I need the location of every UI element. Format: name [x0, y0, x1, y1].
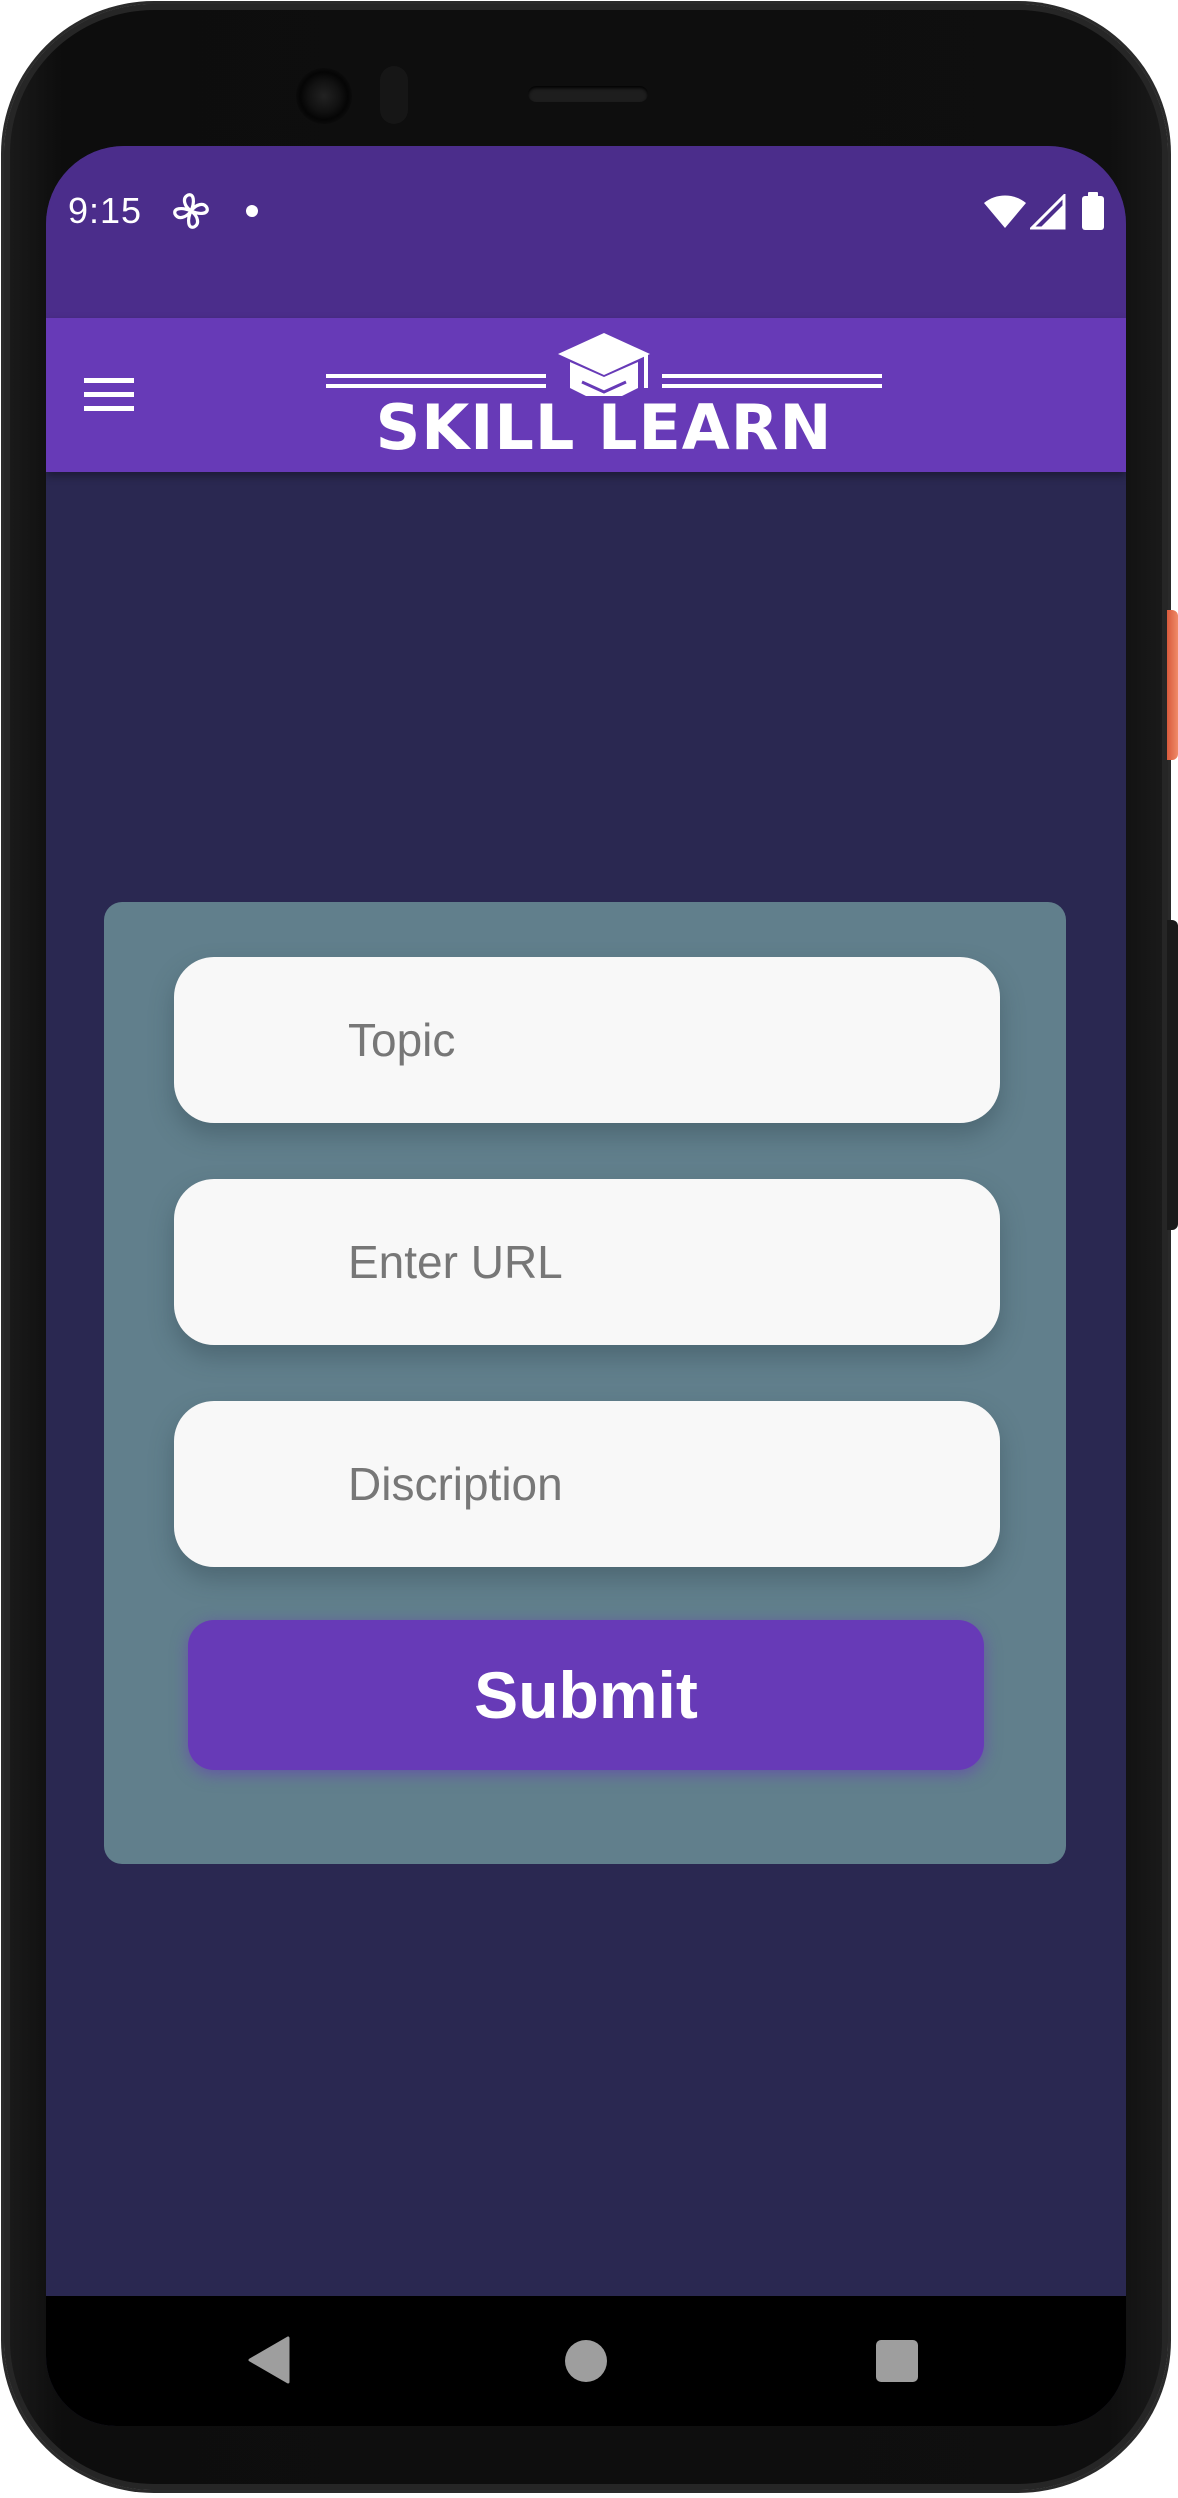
- volume-button: [1167, 920, 1178, 1230]
- form-card: Submit: [104, 902, 1066, 1864]
- description-input[interactable]: [348, 1457, 1000, 1511]
- fan-icon: [173, 193, 209, 229]
- menu-line: [84, 378, 134, 383]
- app-logo: SKILL LEARN: [326, 330, 882, 466]
- wifi-icon: [984, 195, 1026, 228]
- submit-button[interactable]: Submit: [188, 1620, 984, 1770]
- topic-field[interactable]: [174, 957, 1000, 1123]
- cellular-signal-icon: [1030, 194, 1066, 230]
- phone-device: 9:15 SKILL LEARN Topic Enter URL Discrip…: [0, 0, 1178, 2498]
- earpiece-speaker: [528, 86, 648, 102]
- back-icon[interactable]: [248, 2336, 292, 2384]
- menu-line: [84, 392, 134, 397]
- graduation-cap-icon: [326, 333, 882, 396]
- front-camera: [296, 68, 352, 124]
- status-bar: 9:15: [46, 146, 1126, 318]
- power-button: [1167, 610, 1178, 760]
- url-input[interactable]: [348, 1235, 1000, 1289]
- description-field[interactable]: [174, 1401, 1000, 1567]
- logo-text: SKILL LEARN: [375, 391, 833, 464]
- status-time: 9:15: [68, 190, 143, 231]
- notification-dot-icon: [246, 205, 258, 217]
- app-bar: SKILL LEARN: [46, 318, 1126, 472]
- home-icon[interactable]: [565, 2340, 607, 2382]
- menu-line: [84, 406, 134, 411]
- recents-icon[interactable]: [876, 2340, 918, 2382]
- topic-input[interactable]: [348, 1013, 1000, 1067]
- proximity-sensor: [380, 66, 408, 124]
- url-field[interactable]: [174, 1179, 1000, 1345]
- system-navigation-bar: [46, 2296, 1126, 2426]
- battery-icon: [1082, 192, 1104, 230]
- screen: 9:15 SKILL LEARN Topic Enter URL Discrip…: [46, 146, 1126, 2426]
- hamburger-menu-icon[interactable]: [84, 368, 138, 422]
